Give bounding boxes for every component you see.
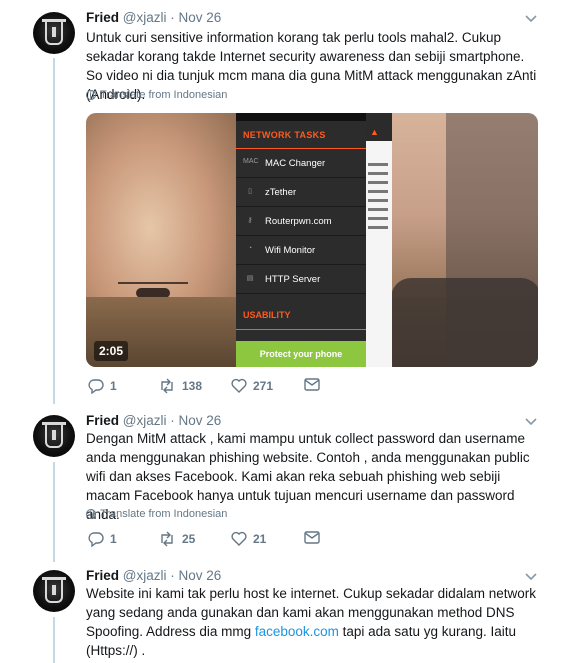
translate-label: Translate from Indonesian — [100, 508, 228, 520]
like-button[interactable]: 271 — [231, 378, 273, 393]
display-name[interactable]: Fried — [86, 568, 119, 583]
retweet-button[interactable]: 138 — [158, 378, 202, 394]
like-count: 21 — [253, 531, 267, 546]
caret-down-icon[interactable] — [524, 417, 538, 427]
network-tasks-heading: NETWORK TASKS — [236, 121, 366, 149]
avatar[interactable] — [33, 415, 75, 457]
tweet[interactable]: Fried @xjazli · Nov 26 Website ini kami … — [0, 560, 564, 663]
menu-item: ▤ HTTP Server — [236, 265, 366, 294]
message-icon — [304, 531, 320, 544]
key-icon: ⚷ — [247, 217, 253, 224]
avatar[interactable] — [33, 570, 75, 612]
like-button[interactable]: 21 — [231, 531, 266, 546]
separator: · — [170, 413, 175, 428]
menu-item: ▯ zTether — [236, 178, 366, 207]
tweet[interactable]: Fried @xjazli · Nov 26 Untuk curi sensit… — [0, 0, 564, 405]
like-icon — [231, 378, 247, 393]
protect-phone-button: Protect your phone — [236, 341, 366, 367]
avatar[interactable] — [33, 12, 75, 54]
phone-statusbar — [236, 113, 366, 121]
facebook-link[interactable]: facebook.com — [255, 624, 339, 639]
server-icon: ▤ — [246, 275, 254, 282]
separator: · — [170, 10, 175, 25]
caret-down-icon[interactable] — [524, 572, 538, 582]
timestamp[interactable]: Nov 26 — [179, 568, 222, 583]
translate-label: Translate from Indonesian — [100, 89, 228, 101]
second-phone-screen: ▲ — [366, 113, 392, 367]
like-count: 271 — [253, 378, 274, 393]
retweet-icon — [161, 378, 173, 394]
retweet-count: 25 — [182, 532, 196, 546]
like-icon — [231, 531, 247, 546]
reply-button[interactable]: 1 — [88, 378, 117, 394]
reply-count: 1 — [110, 532, 117, 546]
user-handle[interactable]: @xjazli — [123, 568, 167, 583]
display-name[interactable]: Fried — [86, 10, 119, 25]
phone-screen: NETWORK TASKS MAC MAC Changer ▯ zTether ⚷ R… — [236, 113, 366, 367]
mac-icon: MAC — [243, 158, 259, 165]
tweet-actions: 1 138 271 — [86, 378, 386, 398]
globe-icon — [86, 90, 96, 100]
translate-link[interactable]: Translate from Indonesian — [86, 508, 227, 520]
caret-down-icon[interactable] — [524, 14, 538, 24]
reply-button[interactable]: 1 — [88, 531, 117, 547]
timestamp[interactable]: Nov 26 — [179, 413, 222, 428]
vehicle-shape — [391, 278, 538, 367]
wifi-icon: ◔ — [247, 245, 253, 252]
tweet-text: Website ini kami tak perlu host ke inter… — [86, 586, 536, 658]
menu-item: ⚷ Routerpwn.com — [236, 207, 366, 236]
tweet-header: Fried @xjazli · Nov 26 — [86, 10, 221, 26]
timestamp[interactable]: Nov 26 — [179, 10, 222, 25]
retweet-icon — [161, 531, 173, 547]
tweet-actions: 1 25 21 — [86, 531, 386, 551]
display-name[interactable]: Fried — [86, 413, 119, 428]
app-logo-icon: ▲ — [370, 127, 379, 137]
separator: · — [170, 568, 175, 583]
tweet[interactable]: Fried @xjazli · Nov 26 Dengan MitM attac… — [0, 405, 564, 560]
message-button[interactable] — [304, 378, 320, 391]
retweet-count: 138 — [182, 379, 203, 393]
message-button[interactable] — [304, 531, 320, 544]
reply-icon — [88, 532, 104, 547]
retweet-button[interactable]: 25 — [158, 531, 195, 547]
message-icon — [304, 378, 320, 391]
video-player[interactable]: NETWORK TASKS MAC MAC Changer ▯ zTether ⚷ R… — [86, 113, 538, 367]
video-duration: 2:05 — [94, 341, 129, 361]
usability-heading: USABILITY — [236, 300, 366, 330]
reply-count: 1 — [110, 379, 117, 393]
globe-icon — [86, 509, 96, 519]
reply-icon — [88, 379, 104, 394]
translate-link[interactable]: Translate from Indonesian — [86, 89, 227, 101]
tether-icon: ▯ — [248, 188, 252, 195]
user-handle[interactable]: @xjazli — [123, 10, 167, 25]
menu-item: ◔ Wifi Monitor — [236, 236, 366, 265]
tweet-header: Fried @xjazli · Nov 26 — [86, 568, 221, 584]
menu-item: MAC MAC Changer — [236, 149, 366, 178]
user-handle[interactable]: @xjazli — [123, 413, 167, 428]
tweet-header: Fried @xjazli · Nov 26 — [86, 413, 221, 429]
